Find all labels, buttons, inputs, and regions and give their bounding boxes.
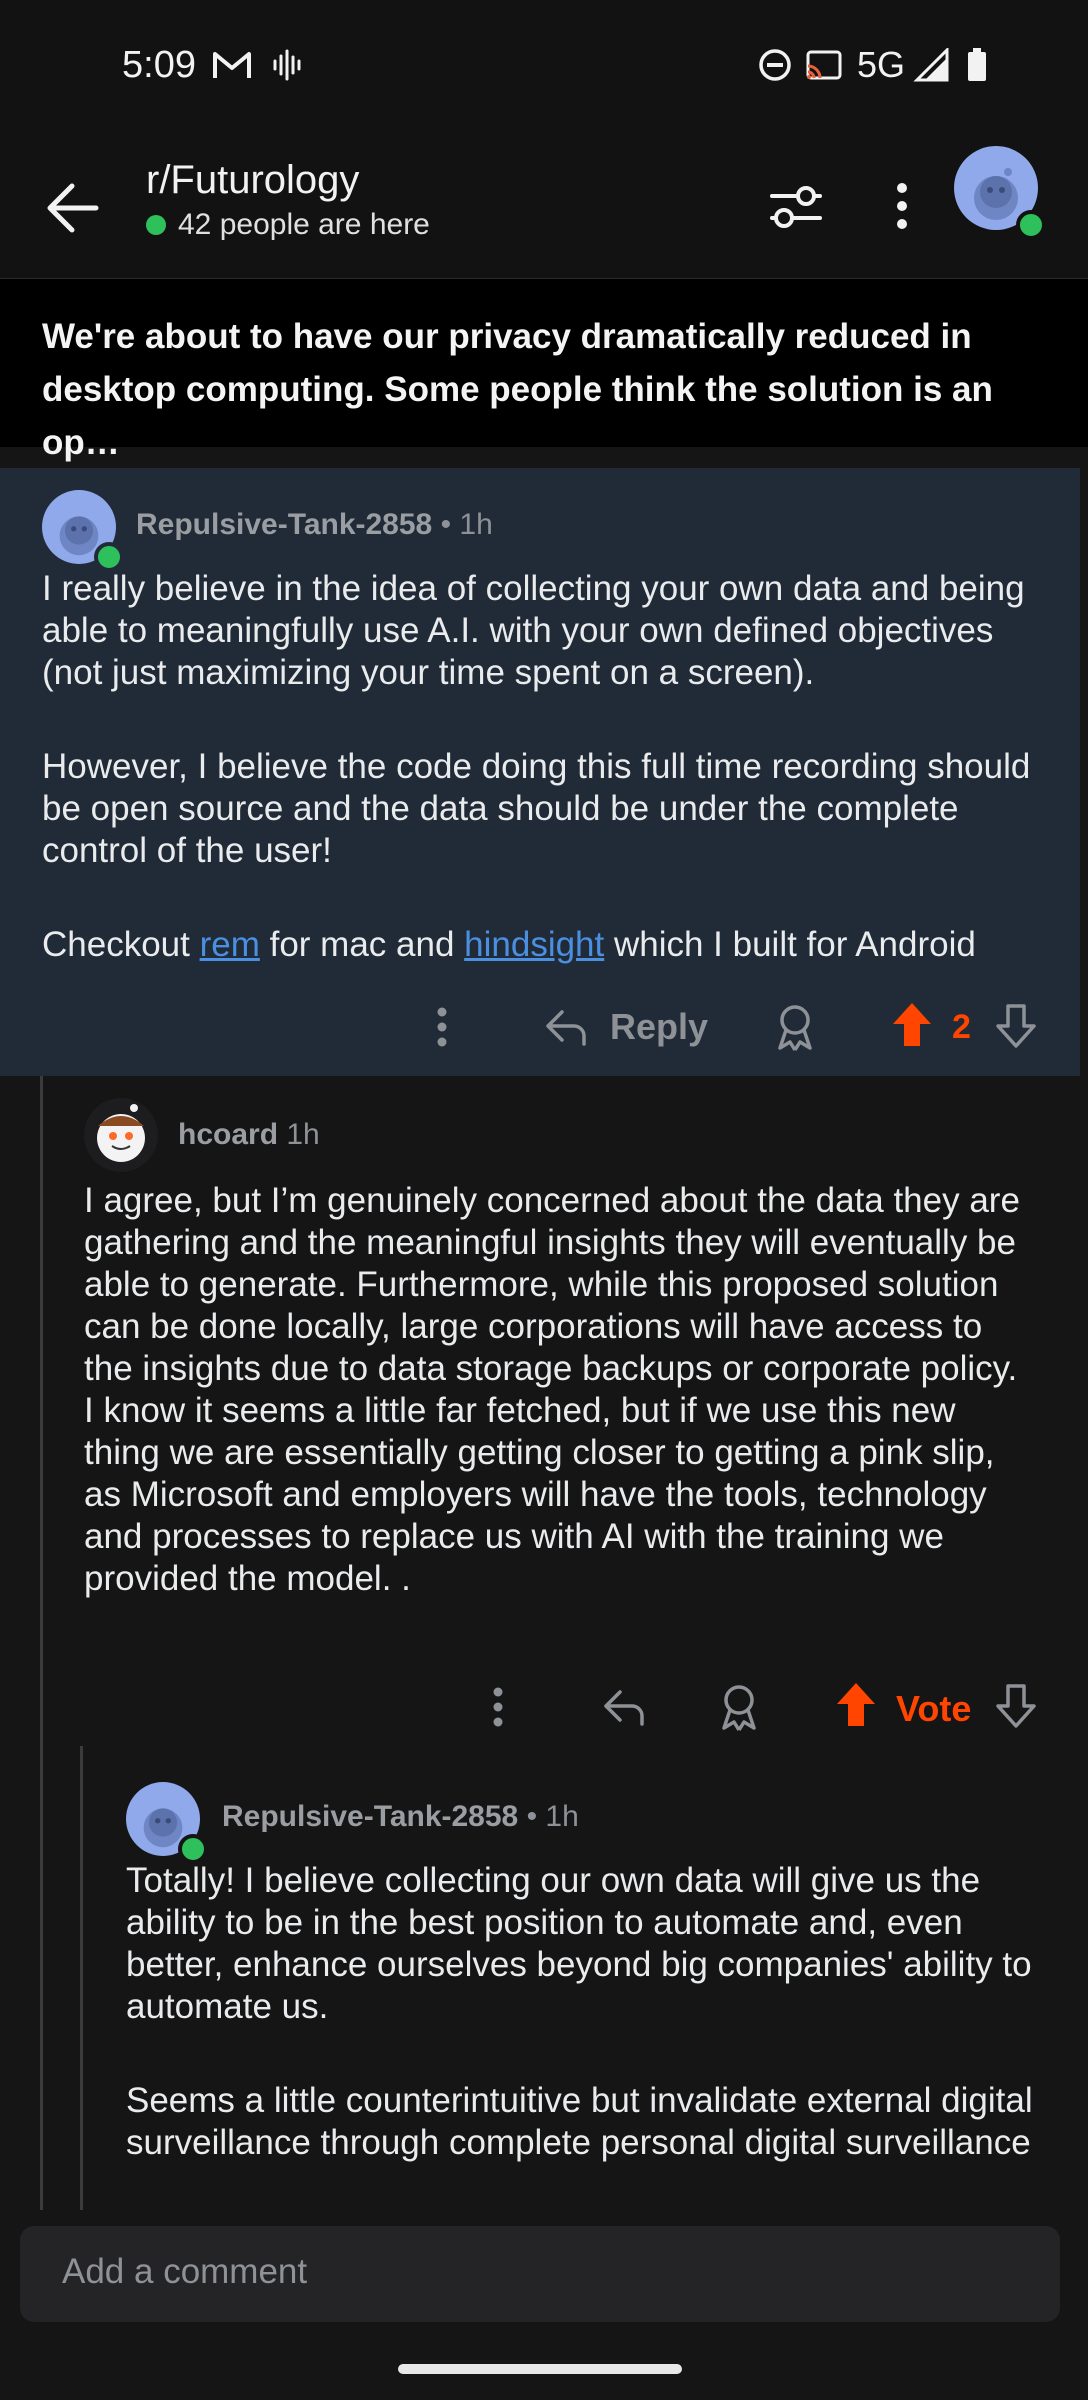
filter-icon[interactable] bbox=[760, 170, 832, 242]
battery-icon bbox=[968, 48, 986, 81]
award-icon[interactable] bbox=[716, 1682, 762, 1732]
online-dot bbox=[146, 215, 166, 235]
voicemail-icon bbox=[273, 49, 301, 81]
vote-count: 2 bbox=[952, 1008, 971, 1046]
back-arrow-icon[interactable] bbox=[36, 170, 112, 246]
downvote-icon[interactable] bbox=[994, 1002, 1038, 1050]
more-options-icon[interactable] bbox=[480, 1684, 516, 1730]
status-time: 5:09 bbox=[122, 44, 196, 86]
subreddit-name[interactable]: r/Futurology bbox=[146, 158, 359, 203]
comment-body: I really believe in the idea of collecti… bbox=[42, 568, 1052, 966]
add-comment-placeholder[interactable]: Add a comment bbox=[62, 2252, 307, 2292]
cast-icon bbox=[806, 50, 842, 80]
reply-button[interactable]: Reply bbox=[610, 1006, 708, 1048]
snoo-avatar-icon bbox=[97, 1104, 145, 1162]
comment-age: • 1h bbox=[440, 508, 493, 541]
comment-author[interactable]: hcoard bbox=[178, 1118, 278, 1151]
presence-indicator: 42 people are here bbox=[146, 208, 430, 242]
comment-body: Totally! I believe collecting our own da… bbox=[126, 1860, 1046, 2164]
post-title[interactable]: We're about to have our privacy dramatic… bbox=[42, 310, 1052, 469]
reply-icon[interactable] bbox=[544, 1006, 588, 1048]
award-icon[interactable] bbox=[772, 1002, 818, 1052]
comment-age: 1h bbox=[286, 1118, 320, 1151]
comment-paragraph: Seems a little counterintuitive but inva… bbox=[126, 2081, 1033, 2162]
home-indicator[interactable] bbox=[398, 2364, 682, 2374]
presence-text: 42 people are here bbox=[178, 208, 430, 241]
downvote-icon[interactable] bbox=[994, 1682, 1038, 1730]
vote-button[interactable]: Vote bbox=[896, 1688, 971, 1730]
comment-paragraph: I really believe in the idea of collecti… bbox=[42, 569, 1025, 692]
thread-line[interactable] bbox=[80, 1746, 83, 2210]
comment-meta: hcoard 1h bbox=[178, 1118, 320, 1152]
text-segment: which I built for Android bbox=[604, 925, 976, 964]
thread-line[interactable] bbox=[40, 1076, 43, 2210]
gmail-icon bbox=[213, 52, 251, 78]
comment-meta: Repulsive-Tank-2858 • 1h bbox=[222, 1800, 579, 1834]
comment-meta: Repulsive-Tank-2858 • 1h bbox=[136, 508, 493, 542]
upvote-icon[interactable] bbox=[834, 1680, 878, 1730]
comment-paragraph: However, I believe the code doing this f… bbox=[42, 747, 1031, 870]
comment-author[interactable]: Repulsive-Tank-2858 bbox=[222, 1800, 518, 1833]
comment-paragraph: Totally! I believe collecting our own da… bbox=[126, 1861, 1032, 2026]
signal-icon bbox=[913, 48, 949, 82]
text-segment: Checkout bbox=[42, 925, 200, 964]
comment-body: I agree, but I’m genuinely concerned abo… bbox=[84, 1181, 1020, 1598]
upvote-icon[interactable] bbox=[890, 1000, 934, 1050]
link-rem[interactable]: rem bbox=[200, 925, 260, 964]
comment-avatar[interactable] bbox=[84, 1098, 158, 1172]
more-vertical-icon[interactable] bbox=[880, 170, 924, 242]
reply-icon[interactable] bbox=[602, 1686, 646, 1728]
text-segment: for mac and bbox=[259, 925, 465, 964]
comment-paragraph-links: Checkout rem for mac and hindsight which… bbox=[42, 924, 1052, 966]
comment-age: • 1h bbox=[526, 1800, 579, 1833]
link-hindsight[interactable]: hindsight bbox=[464, 925, 604, 964]
more-options-icon[interactable] bbox=[424, 1004, 460, 1050]
app-header bbox=[0, 130, 1088, 279]
comment-author[interactable]: Repulsive-Tank-2858 bbox=[136, 508, 432, 541]
network-type: 5G bbox=[857, 44, 906, 85]
online-status-dot bbox=[1016, 210, 1046, 240]
dnd-icon bbox=[759, 49, 791, 81]
